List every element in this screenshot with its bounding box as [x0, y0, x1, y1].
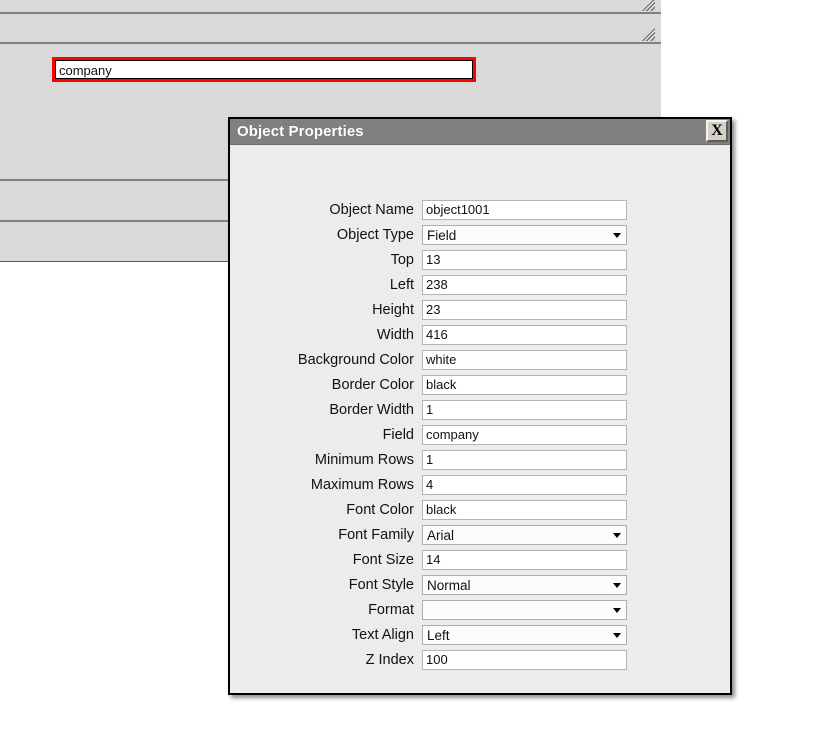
- property-label-font-style: Font Style: [348, 576, 414, 593]
- property-row-maximum-rows: Maximum Rows 4: [230, 472, 730, 497]
- property-select-font-family[interactable]: Arial: [422, 524, 627, 545]
- property-input-border-width[interactable]: 1: [422, 399, 627, 420]
- chevron-down-icon: [613, 232, 621, 238]
- property-row-left: Left 238: [230, 272, 730, 297]
- property-label-font-size: Font Size: [352, 551, 414, 568]
- property-select-object-type[interactable]: Field: [422, 224, 627, 245]
- property-label-object-name: Object Name: [329, 201, 414, 218]
- selected-field-value: company: [55, 60, 473, 79]
- property-row-object-name: Object Name object1001: [230, 197, 730, 222]
- property-row-format: Format: [230, 597, 730, 622]
- property-input-font-color[interactable]: black: [422, 499, 627, 520]
- property-input-minimum-rows[interactable]: 1: [422, 449, 627, 470]
- property-value-text-align: Left: [427, 627, 450, 643]
- chevron-down-icon: [613, 607, 621, 613]
- property-row-field: Field company: [230, 422, 730, 447]
- property-input-object-name[interactable]: object1001: [422, 199, 627, 220]
- property-label-border-width: Border Width: [329, 401, 414, 418]
- properties-form: Object Name object1001 Object Type Field Top…: [230, 145, 730, 672]
- property-input-top[interactable]: 13: [422, 249, 627, 270]
- property-input-font-size[interactable]: 14: [422, 549, 627, 570]
- property-input-left[interactable]: 238: [422, 274, 627, 295]
- chevron-down-icon: [613, 632, 621, 638]
- property-input-z-index[interactable]: 100: [422, 649, 627, 670]
- property-label-field: Field: [382, 426, 414, 443]
- property-label-top: Top: [390, 251, 414, 268]
- property-label-height: Height: [372, 301, 414, 318]
- property-input-background-color[interactable]: white: [422, 349, 627, 370]
- property-row-font-size: Font Size 14: [230, 547, 730, 572]
- canvas-band[interactable]: [0, 0, 661, 14]
- property-label-text-align: Text Align: [351, 626, 414, 643]
- dialog-title: Object Properties: [237, 123, 364, 140]
- property-input-width[interactable]: 416: [422, 324, 627, 345]
- property-label-font-family: Font Family: [338, 526, 414, 543]
- property-row-minimum-rows: Minimum Rows 1: [230, 447, 730, 472]
- property-row-border-color: Border Color black: [230, 372, 730, 397]
- property-row-font-style: Font Style Normal: [230, 572, 730, 597]
- property-label-width: Width: [376, 326, 414, 343]
- property-label-minimum-rows: Minimum Rows: [314, 451, 414, 468]
- property-row-font-color: Font Color black: [230, 497, 730, 522]
- property-row-object-type: Object Type Field: [230, 222, 730, 247]
- property-label-left: Left: [389, 276, 414, 293]
- property-input-border-color[interactable]: black: [422, 374, 627, 395]
- chevron-down-icon: [613, 582, 621, 588]
- property-value-object-type: Field: [427, 227, 457, 243]
- property-select-format[interactable]: [422, 599, 627, 620]
- property-row-background-color: Background Color white: [230, 347, 730, 372]
- property-row-font-family: Font Family Arial: [230, 522, 730, 547]
- selected-field-company[interactable]: company: [52, 57, 476, 82]
- object-properties-dialog: Object Properties X Object Name object100…: [228, 117, 732, 695]
- resize-handle-icon[interactable]: [642, 28, 655, 41]
- canvas-band[interactable]: [0, 14, 661, 44]
- resize-handle-icon[interactable]: [642, 0, 655, 11]
- property-label-font-color: Font Color: [346, 501, 414, 518]
- property-value-font-style: Normal: [427, 577, 471, 593]
- property-row-border-width: Border Width 1: [230, 397, 730, 422]
- property-row-height: Height 23: [230, 297, 730, 322]
- property-value-font-family: Arial: [427, 527, 455, 543]
- property-row-top: Top 13: [230, 247, 730, 272]
- property-label-maximum-rows: Maximum Rows: [310, 476, 414, 493]
- property-label-format: Format: [368, 601, 414, 618]
- property-input-maximum-rows[interactable]: 4: [422, 474, 627, 495]
- close-icon[interactable]: X: [706, 120, 728, 142]
- property-input-height[interactable]: 23: [422, 299, 627, 320]
- property-label-object-type: Object Type: [336, 226, 414, 243]
- property-select-font-style[interactable]: Normal: [422, 574, 627, 595]
- property-row-width: Width 416: [230, 322, 730, 347]
- property-label-border-color: Border Color: [331, 376, 414, 393]
- property-row-text-align: Text Align Left: [230, 622, 730, 647]
- property-label-background-color: Background Color: [297, 351, 414, 368]
- property-row-z-index: Z Index 100: [230, 647, 730, 672]
- dialog-titlebar[interactable]: Object Properties X: [230, 119, 730, 145]
- property-input-field[interactable]: company: [422, 424, 627, 445]
- property-select-text-align[interactable]: Left: [422, 624, 627, 645]
- property-label-z-index: Z Index: [365, 651, 414, 668]
- chevron-down-icon: [613, 532, 621, 538]
